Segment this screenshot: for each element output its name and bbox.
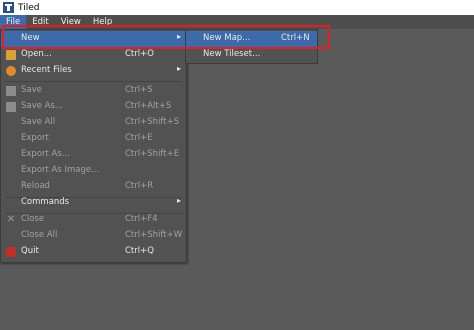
close-x-icon: ✕ (6, 214, 16, 225)
menu-item-close-all[interactable]: Close All Ctrl+Shift+W (1, 228, 186, 244)
menu-item-save-all[interactable]: Save All Ctrl+Shift+S (1, 115, 186, 131)
tiled-app-icon (3, 2, 14, 13)
menu-item-label: Save As... (21, 101, 63, 111)
menu-item-label: Commands (21, 197, 70, 207)
menu-item-label: New Tileset... (203, 49, 261, 59)
menu-item-export-as[interactable]: Export As... Ctrl+Shift+E (1, 147, 186, 163)
shortcut-label: Ctrl+Shift+W (125, 230, 183, 240)
shortcut-label: Ctrl+O (125, 49, 154, 59)
menu-item-label: Save All (21, 117, 56, 127)
menu-item-commands[interactable]: Commands ▸ (1, 195, 186, 211)
menu-separator (5, 81, 182, 82)
shortcut-label: Ctrl+Shift+S (125, 117, 180, 127)
submenu-arrow-icon: ▸ (177, 196, 182, 205)
menu-item-recent-files[interactable]: Recent Files ▸ (1, 63, 186, 79)
file-menu-dropdown: New ▸ Open... Ctrl+O Recent Files ▸ Save… (0, 29, 187, 263)
submenu-arrow-icon: ▸ (177, 64, 182, 73)
menu-item-label: Open... (21, 49, 52, 59)
annotation-highlight-box (2, 25, 330, 49)
save-icon (6, 86, 16, 96)
menu-item-label: Export As... (21, 149, 70, 159)
save-as-icon (6, 102, 16, 112)
menu-item-label: Export (21, 133, 49, 143)
menu-item-export[interactable]: Export Ctrl+E (1, 131, 186, 147)
folder-open-icon (6, 50, 16, 60)
menu-item-reload[interactable]: Reload Ctrl+R (1, 179, 186, 195)
menu-item-quit[interactable]: Quit Ctrl+Q (1, 244, 186, 260)
menu-item-label: Quit (21, 246, 39, 256)
menu-item-label: Reload (21, 181, 50, 191)
title-bar: Tiled (0, 0, 474, 15)
menu-item-label: Save (21, 85, 42, 95)
menu-item-label: Close (21, 214, 45, 224)
menu-item-save-as[interactable]: Save As... Ctrl+Alt+S (1, 99, 186, 115)
shortcut-label: Ctrl+Q (125, 246, 154, 256)
shortcut-label: Ctrl+S (125, 85, 153, 95)
window-title: Tiled (18, 2, 40, 13)
shortcut-label: Ctrl+Alt+S (125, 101, 172, 111)
shortcut-label: Ctrl+Shift+E (125, 149, 180, 159)
menu-item-close[interactable]: ✕ Close Ctrl+F4 (1, 212, 186, 228)
recent-files-icon (6, 66, 16, 76)
shortcut-label: Ctrl+F4 (125, 214, 158, 224)
menu-item-open[interactable]: Open... Ctrl+O (1, 47, 186, 63)
submenu-item-new-tileset[interactable]: New Tileset... (186, 47, 317, 63)
shortcut-label: Ctrl+E (125, 133, 153, 143)
shortcut-label: Ctrl+R (125, 181, 154, 191)
menu-item-label: Close All (21, 230, 58, 240)
menu-item-label: Export As Image... (21, 165, 100, 175)
menu-item-save[interactable]: Save Ctrl+S (1, 83, 186, 99)
quit-icon (6, 247, 16, 257)
menu-item-label: Recent Files (21, 65, 72, 75)
menu-item-export-as-image[interactable]: Export As Image... (1, 163, 186, 179)
